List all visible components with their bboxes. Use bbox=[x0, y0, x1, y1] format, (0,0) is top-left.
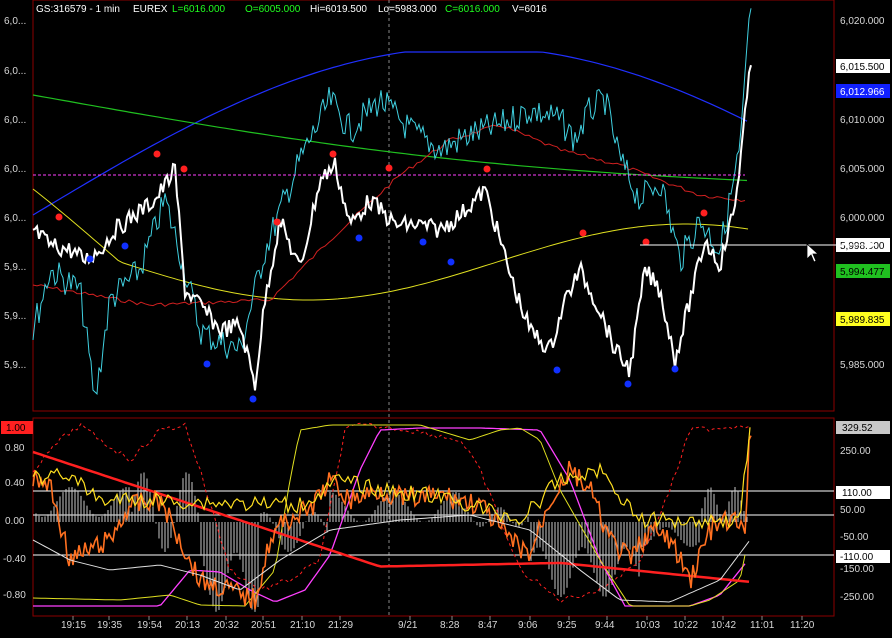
osc-left-label: 0.80 bbox=[5, 443, 25, 454]
time-label: 8:28 bbox=[440, 620, 460, 631]
buy-signal-dot bbox=[121, 242, 129, 250]
osc-left-label: 0.40 bbox=[5, 478, 25, 489]
time-label: 10:03 bbox=[635, 620, 660, 631]
header-symbol: GS:316579 - 1 min bbox=[36, 4, 120, 15]
osc-right-label: -150.00 bbox=[840, 564, 874, 575]
osc-left-label: -0.40 bbox=[3, 554, 26, 565]
right-price-label: 5,985.000 bbox=[840, 360, 885, 371]
header-bar: GS:316579 - 1 min EUREX L=6016.000 O=600… bbox=[36, 4, 547, 15]
header-lo: Lo=5983.000 bbox=[378, 4, 437, 15]
time-label: 11:20 bbox=[790, 620, 815, 631]
right-price-label: 6,005.000 bbox=[840, 164, 885, 175]
time-label: 10:22 bbox=[673, 620, 698, 631]
osc-right-top-value: 329.52 bbox=[842, 423, 873, 434]
last-price-value: 6,015.500 bbox=[840, 62, 885, 73]
osc-zero-label: -50.00 bbox=[840, 532, 869, 543]
time-label: 11:01 bbox=[750, 620, 775, 631]
time-label: 21:10 bbox=[290, 620, 315, 631]
sell-signal-dot bbox=[180, 165, 188, 173]
left-price-label: 6,0... bbox=[4, 213, 26, 224]
right-price-label: 6,010.000 bbox=[840, 115, 885, 126]
left-price-label: 5,9... bbox=[4, 262, 26, 273]
osc-upper-value: 110.00 bbox=[842, 488, 872, 499]
time-label: 9:44 bbox=[595, 620, 615, 631]
buy-signal-dot bbox=[671, 365, 679, 373]
time-label: 20:13 bbox=[175, 620, 200, 631]
sell-signal-dot bbox=[385, 164, 393, 172]
sell-signal-dot bbox=[483, 165, 491, 173]
time-label: 8:47 bbox=[478, 620, 498, 631]
sell-signal-dot bbox=[273, 218, 281, 226]
buy-signal-dot bbox=[86, 255, 94, 263]
osc-lower-value: -110.00 bbox=[840, 552, 874, 563]
sell-signal-dot bbox=[153, 150, 161, 158]
buy-signal-dot bbox=[203, 360, 211, 368]
header-volume: V=6016 bbox=[512, 4, 547, 15]
left-price-label: 6,0... bbox=[4, 115, 26, 126]
time-label: 21:29 bbox=[328, 620, 353, 631]
time-label: 19:15 bbox=[61, 620, 86, 631]
sell-signal-dot bbox=[642, 238, 650, 246]
header-high: Hi=6019.500 bbox=[310, 4, 367, 15]
buy-signal-dot bbox=[624, 380, 632, 388]
buy-signal-dot bbox=[553, 366, 561, 374]
left-price-label: 6,0... bbox=[4, 164, 26, 175]
header-low: L=6016.000 bbox=[172, 4, 226, 15]
time-label: 9/21 bbox=[398, 620, 418, 631]
left-price-label: 5,9... bbox=[4, 311, 26, 322]
right-price-label: 6,000.000 bbox=[840, 213, 885, 224]
osc-right-label: 250.00 bbox=[840, 446, 871, 457]
osc-left-label: -0.80 bbox=[3, 590, 26, 601]
sell-signal-dot bbox=[579, 229, 587, 237]
time-label: 10:42 bbox=[711, 620, 736, 631]
left-price-label: 6,0... bbox=[4, 66, 26, 77]
time-label: 20:32 bbox=[214, 620, 239, 631]
time-label: 9:06 bbox=[518, 620, 538, 631]
right-price-label: 6,020.000 bbox=[840, 16, 885, 27]
osc-left-label: 0.00 bbox=[5, 516, 25, 527]
yellow-ma-value: 5,989.835 bbox=[840, 315, 885, 326]
ref-line-value: 5,998.000 bbox=[840, 241, 885, 252]
header-open: O=6005.000 bbox=[245, 4, 301, 15]
time-label: 9:25 bbox=[557, 620, 577, 631]
time-label: 20:51 bbox=[251, 620, 276, 631]
time-label: 19:35 bbox=[97, 620, 122, 631]
blue-ma-value: 6,012.966 bbox=[840, 87, 885, 98]
background bbox=[0, 0, 892, 633]
osc-right-label: -250.00 bbox=[840, 592, 874, 603]
header-exchange: EUREX bbox=[133, 4, 168, 15]
time-label: 19:54 bbox=[137, 620, 162, 631]
buy-signal-dot bbox=[355, 234, 363, 242]
left-price-label: 5,9... bbox=[4, 360, 26, 371]
buy-signal-dot bbox=[249, 395, 257, 403]
sell-signal-dot bbox=[700, 209, 708, 217]
osc-top-value: 1.00 bbox=[6, 423, 26, 434]
sell-signal-dot bbox=[329, 150, 337, 158]
osc-mid-label: 50.00 bbox=[840, 505, 865, 516]
sell-signal-dot bbox=[55, 213, 63, 221]
left-price-label: 6,0... bbox=[4, 16, 26, 27]
chart-window[interactable]: GS:316579 - 1 min EUREX L=6016.000 O=600… bbox=[0, 0, 892, 633]
header-close: C=6016.000 bbox=[445, 4, 500, 15]
buy-signal-dot bbox=[419, 238, 427, 246]
buy-signal-dot bbox=[447, 258, 455, 266]
green-ma-value: 5,994.477 bbox=[840, 267, 885, 278]
